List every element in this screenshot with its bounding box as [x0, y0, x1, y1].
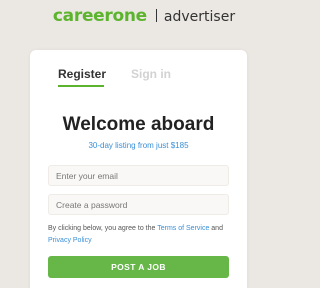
tab-signin-label: Sign in	[131, 67, 171, 81]
terms-of-service-link[interactable]: Terms of Service	[157, 225, 209, 232]
tab-register[interactable]: Register	[58, 67, 107, 87]
product-name: advertiser	[163, 9, 236, 25]
careerone-logo[interactable]: careerone	[53, 6, 147, 26]
terms-and: and	[209, 225, 223, 232]
active-tab-indicator	[58, 85, 104, 87]
tab-signin[interactable]: Sign in	[131, 67, 171, 81]
terms-notice: By clicking below, you agree to the Term…	[48, 223, 232, 247]
signup-card: Register Sign in Welcome aboard 30-day l…	[30, 50, 247, 288]
privacy-policy-link[interactable]: Privacy Policy	[48, 237, 92, 244]
password-field[interactable]	[48, 194, 229, 215]
page: careerone advertiser Register Sign in Wel…	[0, 0, 288, 288]
email-field[interactable]	[48, 165, 229, 186]
tab-register-label: Register	[58, 67, 107, 81]
pricing-subtitle: 30-day listing from just $185	[88, 141, 189, 150]
page-title: Welcome aboard	[62, 114, 215, 135]
logo-divider	[155, 9, 157, 22]
post-a-job-button[interactable]: POST A JOB	[48, 256, 229, 278]
logo-bar: careerone advertiser	[0, 7, 288, 25]
terms-prefix: By clicking below, you agree to the	[48, 225, 158, 232]
